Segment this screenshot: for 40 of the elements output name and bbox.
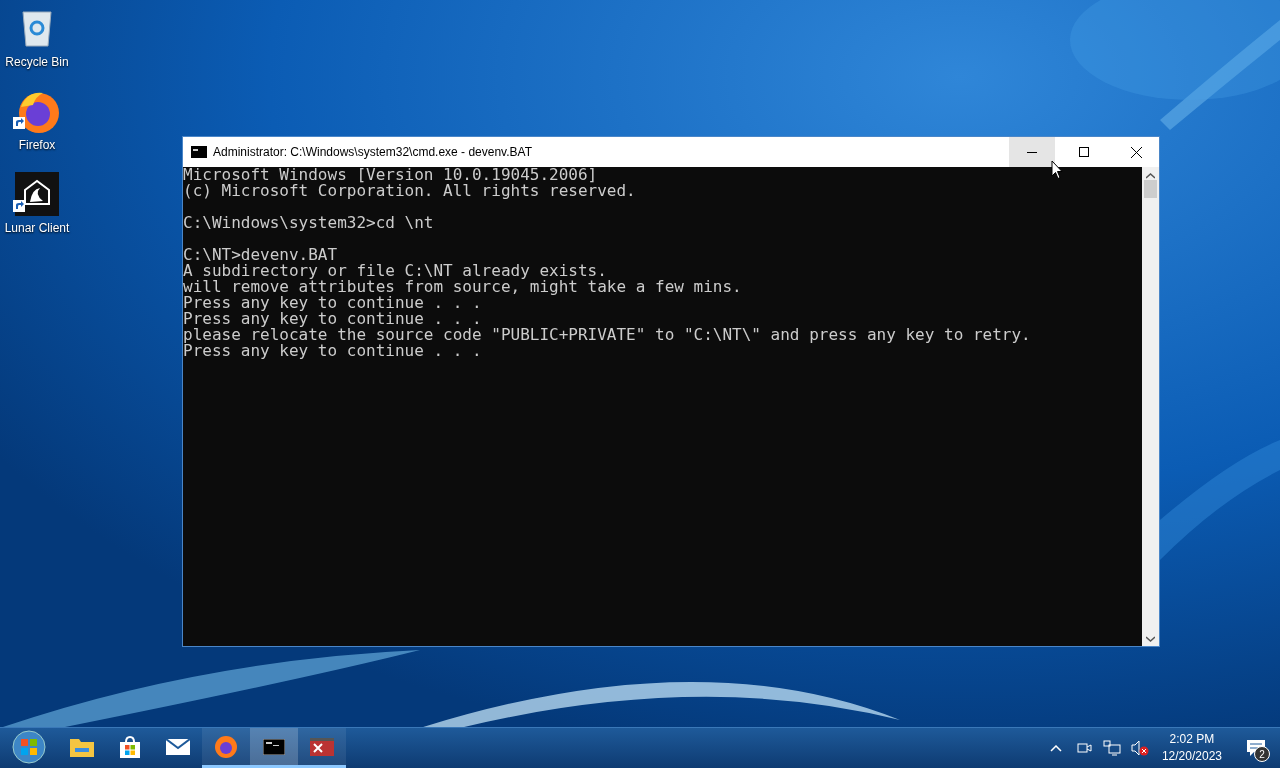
desktop-icon-label[interactable]: Firefox (18, 138, 56, 152)
browser-icon (214, 734, 238, 759)
window-title: Administrator: C:\Windows\system32\cmd.exe - devenv.BAT (213, 145, 533, 159)
console-line: C:\Windows\system32>cd \nt (183, 215, 434, 231)
console-line: (c) Microsoft Corporation. All rights reserved. (183, 183, 636, 199)
notification-count: 2 (1254, 746, 1270, 762)
app-window-icon (310, 737, 334, 756)
speaker-muted-icon (1130, 740, 1149, 756)
folder-icon (70, 736, 94, 757)
scroll-thumb[interactable] (1144, 180, 1157, 198)
console-line: Press any key to continue . . . (183, 295, 482, 311)
taskbar-button[interactable] (298, 728, 346, 768)
minimize-icon (1027, 151, 1037, 153)
maximize-icon (1079, 147, 1089, 157)
chevron-up-icon (1049, 744, 1062, 752)
taskbar-button[interactable] (250, 728, 298, 768)
notifications-button[interactable]: 2 (1232, 728, 1280, 768)
console-line: A subdirectory or file C:\NT already exists. (183, 263, 607, 279)
console-line: C:\NT>devenv.BAT (183, 247, 338, 263)
console-line: please relocate the source code "PUBLIC+PRIVATE" to "C:\NT\" and press any key to retry. (183, 327, 1031, 343)
console-line: Press any key to continue . . . (183, 311, 482, 327)
desktop-icon-label[interactable]: Lunar Client (4, 221, 70, 235)
clock-button[interactable]: 2:02 PM 12/20/2023 (1155, 728, 1228, 768)
camera-icon (1075, 740, 1092, 756)
network-icon (1102, 740, 1121, 756)
close-icon (1130, 146, 1142, 158)
scrollbar[interactable] (1142, 167, 1159, 646)
desktop-icon-label[interactable]: Recycle Bin (5, 55, 69, 69)
console-line: will remove attributes from source, might take a few mins. (183, 279, 742, 295)
scroll-up-icon[interactable] (1146, 173, 1155, 179)
moon-app-icon[interactable] (13, 170, 61, 218)
shopping-bag-icon (119, 735, 141, 758)
console-line: Microsoft Windows [Version 10.0.19045.2006] (183, 167, 598, 183)
start-orb-icon (12, 729, 46, 764)
console-icon (263, 738, 285, 755)
scroll-down-icon[interactable] (1146, 636, 1155, 642)
taskbar-button[interactable] (202, 728, 250, 768)
mail-icon (166, 738, 190, 755)
console-icon (191, 146, 207, 158)
console-line: Press any key to continue . . . (183, 343, 482, 359)
